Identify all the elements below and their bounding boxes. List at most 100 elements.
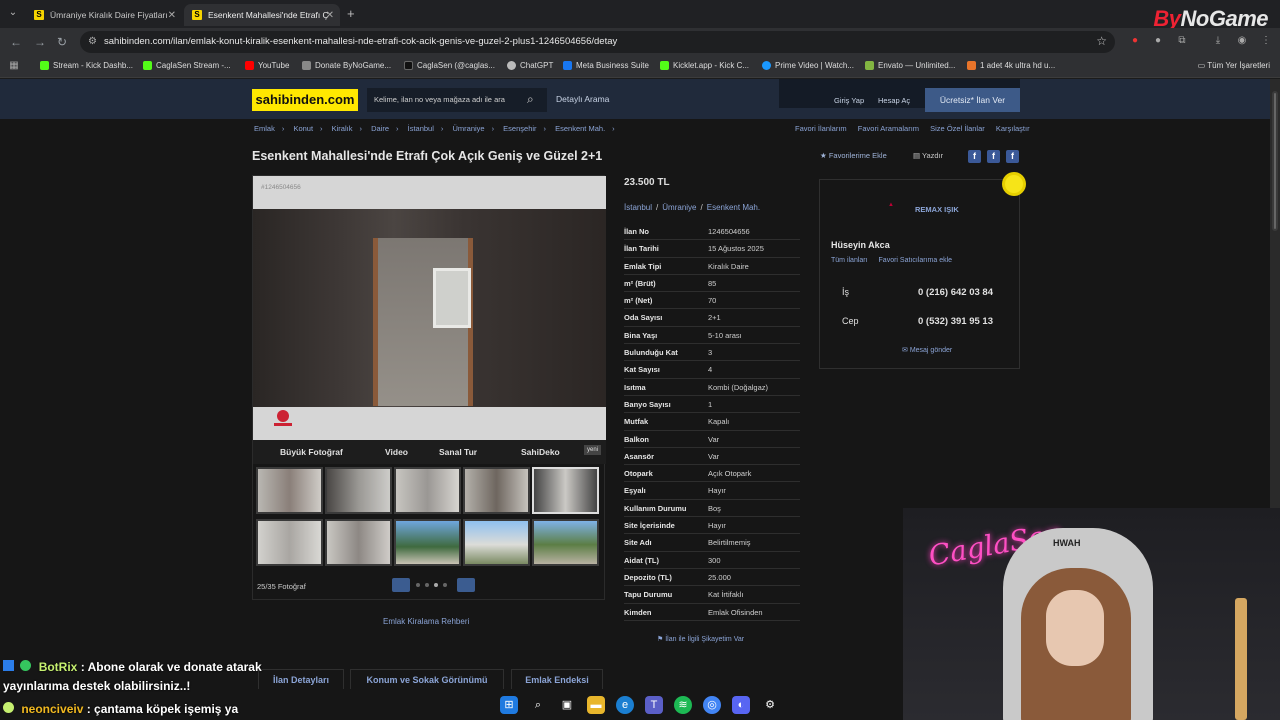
bookmark-item[interactable]: Kicklet.app - Kick C... bbox=[660, 61, 749, 70]
tab-property-index[interactable]: Emlak Endeksi bbox=[511, 669, 603, 689]
close-tab-icon[interactable]: ✕ bbox=[168, 10, 176, 21]
location-city-link[interactable]: İstanbul bbox=[624, 203, 652, 212]
photo-thumbnail[interactable] bbox=[325, 467, 392, 514]
photo-thumbnail[interactable] bbox=[463, 519, 530, 566]
bookmark-item[interactable]: YouTube bbox=[245, 61, 289, 70]
pager-dot-active[interactable] bbox=[434, 583, 438, 587]
reload-icon[interactable]: ↻ bbox=[57, 35, 67, 49]
bookmark-item[interactable]: Meta Business Suite bbox=[563, 61, 649, 70]
personalized-listings-link[interactable]: Size Özel İlanlar bbox=[930, 124, 985, 133]
download-icon[interactable]: ⤓ bbox=[1212, 35, 1224, 47]
bookmark-item[interactable]: Stream - Kick Dashb... bbox=[40, 61, 133, 70]
location-neighborhood-link[interactable]: Esenkent Mah. bbox=[707, 203, 760, 212]
bookmark-item[interactable]: CaglaSen (@caglas... bbox=[404, 61, 495, 70]
add-favorite-button[interactable]: ★ Favorilerime Ekle bbox=[820, 151, 887, 160]
browser-menu-icon[interactable]: ⋮ bbox=[1260, 35, 1272, 47]
print-button[interactable]: ▤ Yazdır bbox=[913, 151, 943, 160]
pager-dot[interactable] bbox=[443, 583, 447, 587]
new-tab-button[interactable]: + bbox=[347, 6, 355, 21]
search-icon[interactable]: ⌕ bbox=[527, 92, 534, 107]
windows-start-icon[interactable]: ⊞ bbox=[500, 696, 518, 714]
task-view-icon[interactable]: ▣ bbox=[558, 696, 576, 714]
pager-next-button[interactable] bbox=[457, 578, 475, 592]
photo-thumbnail[interactable] bbox=[532, 519, 599, 566]
all-bookmarks-folder[interactable]: ▭ Tüm Yer İşaretleri bbox=[1198, 61, 1270, 70]
add-favorite-seller-link[interactable]: Favori Satıcılarıma ekle bbox=[879, 257, 953, 264]
photo-thumbnail[interactable] bbox=[394, 467, 461, 514]
breadcrumb-item[interactable]: Kiralık bbox=[332, 124, 353, 133]
photo-thumbnail[interactable] bbox=[394, 519, 461, 566]
location-district-link[interactable]: Ümraniye bbox=[662, 203, 696, 212]
teams-icon[interactable]: T bbox=[645, 696, 663, 714]
edge-icon[interactable]: e bbox=[616, 696, 634, 714]
sahideko-tab[interactable]: SahiDeko bbox=[521, 447, 560, 457]
back-icon[interactable]: ← bbox=[10, 35, 22, 49]
url-bar[interactable]: ⚙ sahibinden.com/ilan/emlak-konut-kirali… bbox=[80, 31, 1115, 53]
breadcrumb-item[interactable]: Daire bbox=[371, 124, 389, 133]
breadcrumb-item[interactable]: Emlak bbox=[254, 124, 275, 133]
bookmark-item[interactable]: Donate ByNoGame... bbox=[302, 61, 391, 70]
pager-dot[interactable] bbox=[425, 583, 429, 587]
sahibinden-logo[interactable]: sahibinden.com bbox=[252, 89, 358, 111]
breadcrumb-item[interactable]: İstanbul bbox=[408, 124, 434, 133]
facebook-share-icon[interactable]: f bbox=[987, 150, 1000, 163]
send-message-link[interactable]: ✉ Mesaj gönder bbox=[902, 346, 952, 354]
photo-thumbnail[interactable] bbox=[256, 519, 323, 566]
pager-dot[interactable] bbox=[416, 583, 420, 587]
photo-thumbnail[interactable] bbox=[463, 467, 530, 514]
extension-icon[interactable]: ● bbox=[1152, 35, 1164, 47]
settings-icon[interactable]: ⚙ bbox=[761, 696, 779, 714]
extension-icon[interactable]: ● bbox=[1129, 35, 1141, 47]
agency-name-link[interactable]: REMAX IŞIK bbox=[915, 205, 959, 214]
bookmark-item[interactable]: Envato — Unlimited... bbox=[865, 61, 955, 70]
search-input[interactable]: Kelime, ilan no veya mağaza adı ile ara … bbox=[367, 88, 547, 112]
favorite-searches-link[interactable]: Favori Aramalarım bbox=[858, 124, 919, 133]
browser-tab-active[interactable]: S Esenkent Mahallesi'nde Etrafı Ç ✕ bbox=[184, 4, 340, 26]
virtual-tour-tab[interactable]: Sanal Tur bbox=[439, 447, 477, 457]
compare-link[interactable]: Karşılaştır bbox=[996, 124, 1030, 133]
site-info-icon[interactable]: ⚙ bbox=[88, 36, 97, 47]
extensions-puzzle-icon[interactable]: ⧉ bbox=[1176, 35, 1188, 47]
facebook-share-icon[interactable]: f bbox=[1006, 150, 1019, 163]
register-link[interactable]: Hesap Aç bbox=[878, 96, 910, 105]
main-photo[interactable]: #1246504656 bbox=[253, 176, 606, 440]
browser-tab[interactable]: S Ümraniye Kiralık Daire Fiyatları ✕ bbox=[26, 4, 182, 26]
detailed-search-link[interactable]: Detaylı Arama bbox=[556, 94, 609, 104]
forward-icon[interactable]: → bbox=[34, 35, 46, 49]
breadcrumb-item[interactable]: Ümraniye bbox=[452, 124, 484, 133]
apps-grid-icon[interactable]: ▦ bbox=[8, 60, 20, 72]
tab-listing-details[interactable]: İlan Detayları bbox=[258, 669, 344, 689]
all-listings-link[interactable]: Tüm ilanları bbox=[831, 257, 868, 264]
tab-search-icon[interactable]: ⌄ bbox=[6, 7, 20, 21]
report-listing-link[interactable]: ⚑ İlan ile İlgili Şikayetim Var bbox=[657, 635, 744, 643]
photo-thumbnail-active[interactable] bbox=[532, 467, 599, 514]
bookmark-item[interactable]: 1 adet 4k ultra hd u... bbox=[967, 61, 1055, 70]
bookmark-item[interactable]: CaglaSen Stream -... bbox=[143, 61, 231, 70]
bookmark-item[interactable]: Prime Video | Watch... bbox=[762, 61, 854, 70]
phone-number[interactable]: 0 (532) 391 95 13 bbox=[918, 316, 993, 327]
chrome-icon[interactable]: ◎ bbox=[703, 696, 721, 714]
rental-guide-link[interactable]: Emlak Kiralama Rehberi bbox=[383, 617, 469, 626]
favorite-listings-link[interactable]: Favori İlanlarım bbox=[795, 124, 847, 133]
breadcrumb-item[interactable]: Konut bbox=[293, 124, 313, 133]
scrollbar-thumb[interactable] bbox=[1272, 91, 1278, 231]
breadcrumb-item[interactable]: Esenkent Mah. bbox=[555, 124, 605, 133]
breadcrumb-item[interactable]: Esenşehir bbox=[503, 124, 536, 133]
video-tab[interactable]: Video bbox=[385, 447, 408, 457]
login-link[interactable]: Giriş Yap bbox=[834, 96, 864, 105]
facebook-share-icon[interactable]: f bbox=[968, 150, 981, 163]
bookmark-star-icon[interactable]: ☆ bbox=[1096, 34, 1107, 48]
spotify-icon[interactable]: ≋ bbox=[674, 696, 692, 714]
post-free-ad-button[interactable]: Ücretsiz* İlan Ver bbox=[925, 88, 1020, 112]
large-photo-tab[interactable]: Büyük Fotoğraf bbox=[280, 447, 343, 457]
search-icon[interactable]: ⌕ bbox=[529, 696, 547, 714]
close-tab-icon[interactable]: ✕ bbox=[326, 10, 334, 21]
tab-location-street-view[interactable]: Konum ve Sokak Görünümü bbox=[350, 669, 504, 689]
pager-prev-button[interactable] bbox=[392, 578, 410, 592]
file-explorer-icon[interactable]: ▬ bbox=[587, 696, 605, 714]
photo-thumbnail[interactable] bbox=[256, 467, 323, 514]
photo-thumbnail[interactable] bbox=[325, 519, 392, 566]
discord-icon[interactable]: ◐ bbox=[732, 696, 750, 714]
profile-avatar-icon[interactable]: ◉ bbox=[1236, 35, 1248, 47]
phone-number[interactable]: 0 (216) 642 03 84 bbox=[918, 287, 993, 298]
